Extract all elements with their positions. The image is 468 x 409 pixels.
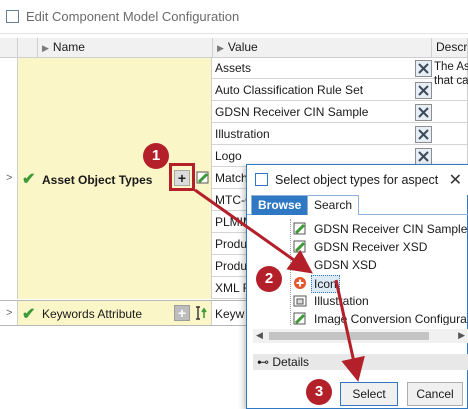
tab-search[interactable]: Search [307, 195, 360, 215]
tree-item-label: Icon [311, 275, 340, 293]
value-item[interactable]: Auto Classification Rule Set [212, 80, 468, 101]
header-value-label: Value [227, 40, 258, 54]
tree-item-label: Illustration [314, 294, 369, 308]
value-text: Auto Classification Rule Set [215, 83, 364, 97]
value-text: Assets [215, 61, 252, 75]
remove-icon[interactable] [415, 82, 432, 99]
value-text: Produ [215, 259, 248, 273]
select-button[interactable]: Select [340, 382, 398, 406]
dialog-title: Select object types for aspect [275, 173, 439, 187]
dialog-icon [255, 173, 268, 186]
dialog-title-bar: Select object types for aspect ✕ [247, 165, 468, 195]
text-cursor-icon[interactable] [196, 306, 210, 320]
valid-check-icon: ✔ [22, 306, 36, 323]
add-value-button[interactable]: + [174, 305, 190, 321]
valid-check-icon: ✔ [22, 171, 36, 188]
tree-guide-line [290, 219, 291, 325]
cancel-button[interactable]: Cancel [407, 382, 463, 406]
add-button-highlight [169, 163, 195, 191]
illustration-icon [293, 295, 307, 307]
row-name: Asset Object Types [42, 173, 153, 187]
value-text: Keyw [215, 307, 245, 321]
step-marker-2: 2 [256, 266, 282, 292]
value-text: GDSN Receiver CIN Sample [215, 105, 369, 119]
header-value[interactable]: ▶ Value [213, 38, 432, 58]
row-name: Keywords Attribute [42, 307, 143, 321]
value-text: Produ [215, 237, 248, 251]
header-name[interactable]: ▶ Name [38, 38, 213, 58]
value-item[interactable]: Illustration [212, 124, 468, 145]
value-text: Illustration [215, 127, 270, 141]
object-type-icon [293, 258, 306, 271]
tree-item-label: GDSN XSD [314, 258, 377, 272]
header-description[interactable]: Descript [432, 38, 468, 58]
details-toggle[interactable]: ⊷ Details [253, 354, 468, 370]
header-status [18, 38, 38, 58]
tree-item-label: GDSN Receiver XSD [314, 240, 428, 254]
window-icon [6, 10, 19, 23]
remove-icon[interactable] [415, 104, 432, 121]
value-item[interactable]: Assets [212, 58, 468, 79]
remove-icon[interactable] [415, 60, 432, 77]
horizontal-scrollbar[interactable]: ◀ ▶ [253, 329, 468, 343]
chevron-right-icon: ▶ [42, 43, 49, 53]
description-line: The Ass [434, 61, 468, 73]
remove-icon[interactable] [415, 126, 432, 143]
header-name-label: Name [52, 40, 85, 54]
header-description-label: Descript [436, 40, 468, 54]
object-type-tree: GDSN Receiver CIN Sample GDSN Receiver X… [253, 219, 468, 325]
tree-item-label: GDSN Receiver CIN Sample [314, 222, 468, 236]
details-label: Details [272, 355, 310, 369]
tab-browse[interactable]: Browse [251, 195, 309, 215]
value-text: Logo [215, 149, 242, 163]
details-toggle-icon: ⊷ [257, 355, 273, 369]
object-type-icon [293, 312, 306, 325]
scroll-right-icon[interactable]: ▶ [458, 330, 465, 341]
dialog-tabs: Browse Search [247, 195, 468, 215]
scroll-thumb[interactable] [269, 332, 429, 340]
window-title: Edit Component Model Configuration [26, 9, 240, 24]
object-type-icon [293, 240, 306, 253]
chevron-right-icon: ▶ [217, 43, 224, 53]
value-item[interactable]: GDSN Receiver CIN Sample [212, 102, 468, 123]
remove-icon[interactable] [415, 148, 432, 165]
object-type-icon [293, 222, 306, 235]
step-marker-3: 3 [306, 379, 332, 405]
tree-item-label: Image Conversion Configura [314, 312, 467, 325]
edit-icon[interactable] [196, 171, 210, 185]
expand-chevron-icon[interactable]: > [6, 307, 12, 319]
icon-type-icon [294, 277, 306, 289]
header-expander [0, 38, 18, 58]
window-title-bar: Edit Component Model Configuration [0, 0, 468, 34]
expand-chevron-icon[interactable]: > [6, 172, 12, 184]
description-line: that ca [434, 75, 468, 87]
close-icon[interactable]: ✕ [449, 170, 462, 190]
step-marker-1: 1 [143, 143, 169, 169]
scroll-left-icon[interactable]: ◀ [256, 330, 263, 341]
